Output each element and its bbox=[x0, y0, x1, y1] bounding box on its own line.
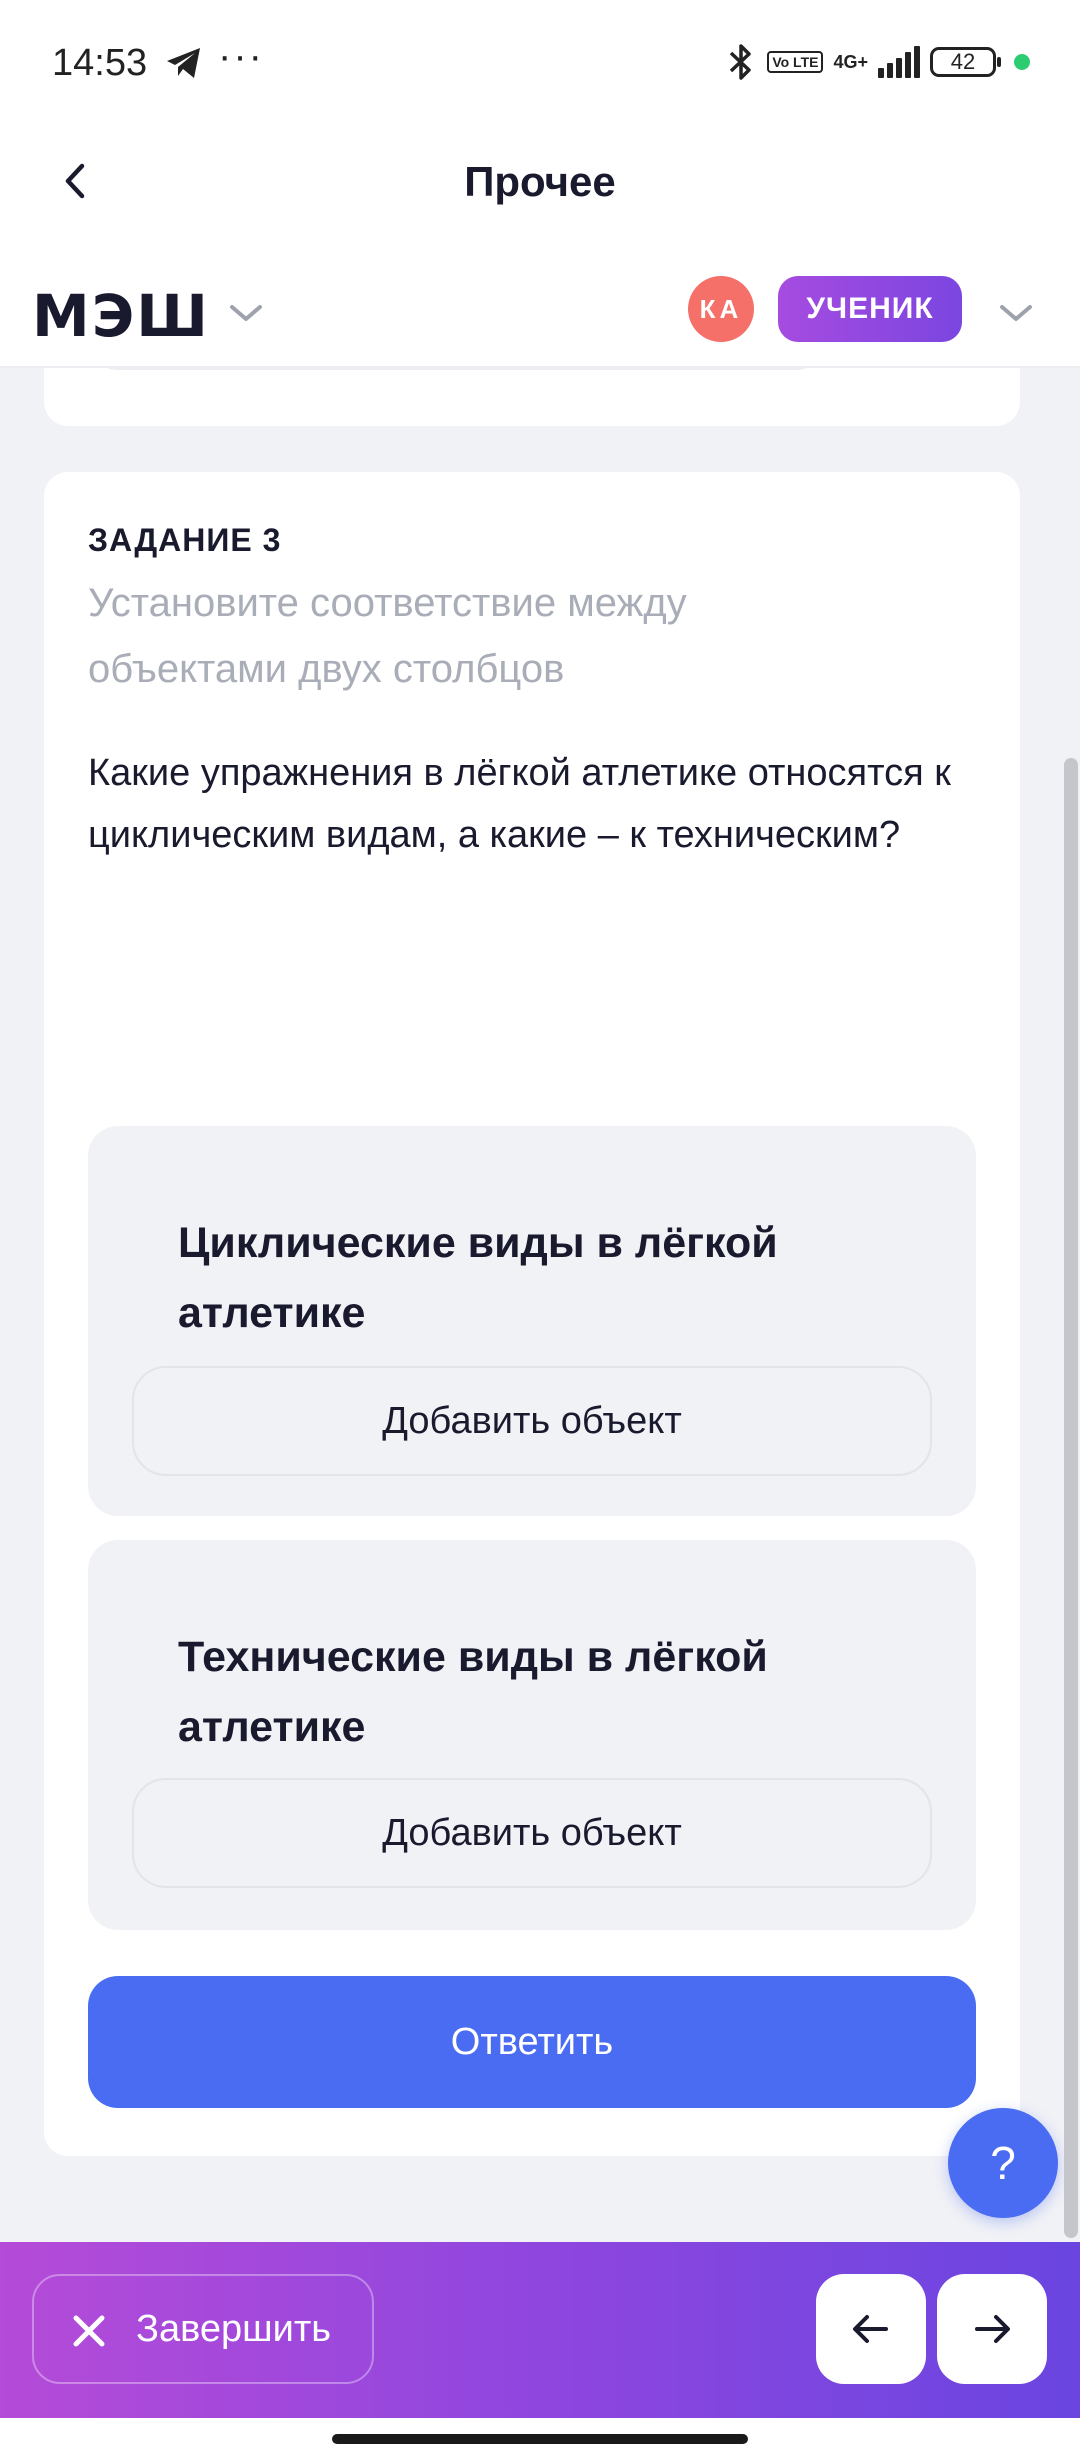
status-time: 14:53 bbox=[52, 42, 148, 84]
group-title: Технические виды в лёгкой атлетике bbox=[178, 1633, 768, 1751]
add-object-button[interactable]: Добавить объект bbox=[132, 1366, 932, 1476]
mesh-logo[interactable]: МЭШ bbox=[32, 282, 210, 350]
content-area[interactable]: ЗАДАНИЕ 3 Установите соответствие между … bbox=[0, 368, 1080, 2242]
previous-task-button[interactable] bbox=[816, 2274, 926, 2384]
bottom-action-bar: Завершить bbox=[0, 2242, 1080, 2418]
arrow-right-icon bbox=[975, 2315, 1010, 2343]
previous-task-card bbox=[44, 368, 1020, 426]
gesture-area bbox=[0, 2418, 1080, 2460]
more-notifications-icon: ··· bbox=[218, 34, 264, 78]
chevron-down-icon[interactable] bbox=[996, 294, 1036, 334]
app-header: МЭШ КА УЧЕНИК bbox=[0, 240, 1080, 368]
volte-icon: Vo LTE bbox=[767, 51, 824, 73]
finish-label: Завершить bbox=[136, 2308, 332, 2350]
next-task-button[interactable] bbox=[937, 2274, 1047, 2384]
battery-icon: 42 bbox=[930, 47, 1001, 77]
privacy-indicator-dot bbox=[1014, 54, 1030, 70]
telegram-icon bbox=[165, 46, 203, 85]
home-indicator[interactable] bbox=[332, 2434, 748, 2444]
chevron-down-icon[interactable] bbox=[226, 294, 266, 334]
status-bar: 14:53 ··· Vo LTE 4G+ 42 bbox=[0, 0, 1080, 128]
scrollbar[interactable] bbox=[1064, 758, 1078, 2238]
answer-button[interactable]: Ответить bbox=[88, 1976, 976, 2108]
signal-icon bbox=[878, 46, 920, 78]
finish-button[interactable]: Завершить bbox=[32, 2274, 374, 2384]
avatar[interactable]: КА bbox=[688, 276, 754, 342]
status-icons: Vo LTE 4G+ 42 bbox=[725, 40, 1030, 84]
task-question: Какие упражнения в лёгкой атлетике относ… bbox=[88, 752, 951, 856]
close-icon bbox=[73, 2315, 105, 2347]
page-title: Прочее bbox=[464, 158, 616, 205]
previous-task-field bbox=[88, 368, 826, 370]
help-button[interactable]: ? bbox=[948, 2108, 1058, 2218]
add-object-button[interactable]: Добавить объект bbox=[132, 1778, 932, 1888]
navigation-bar: Прочее bbox=[0, 128, 1080, 240]
role-badge[interactable]: УЧЕНИК bbox=[778, 276, 962, 342]
task-card: ЗАДАНИЕ 3 Установите соответствие между … bbox=[44, 472, 1020, 2156]
match-group-technical: Технические виды в лёгкой атлетике Добав… bbox=[88, 1540, 976, 1930]
task-number: ЗАДАНИЕ 3 bbox=[88, 522, 282, 558]
network-type: 4G+ bbox=[833, 52, 868, 72]
group-title: Циклические виды в лёгкой атлетике bbox=[178, 1219, 778, 1337]
task-instruction: Установите соответствие между объектами … bbox=[88, 581, 687, 691]
match-group-cyclic: Циклические виды в лёгкой атлетике Добав… bbox=[88, 1126, 976, 1516]
bluetooth-icon bbox=[730, 44, 752, 80]
arrow-left-icon bbox=[853, 2315, 888, 2343]
